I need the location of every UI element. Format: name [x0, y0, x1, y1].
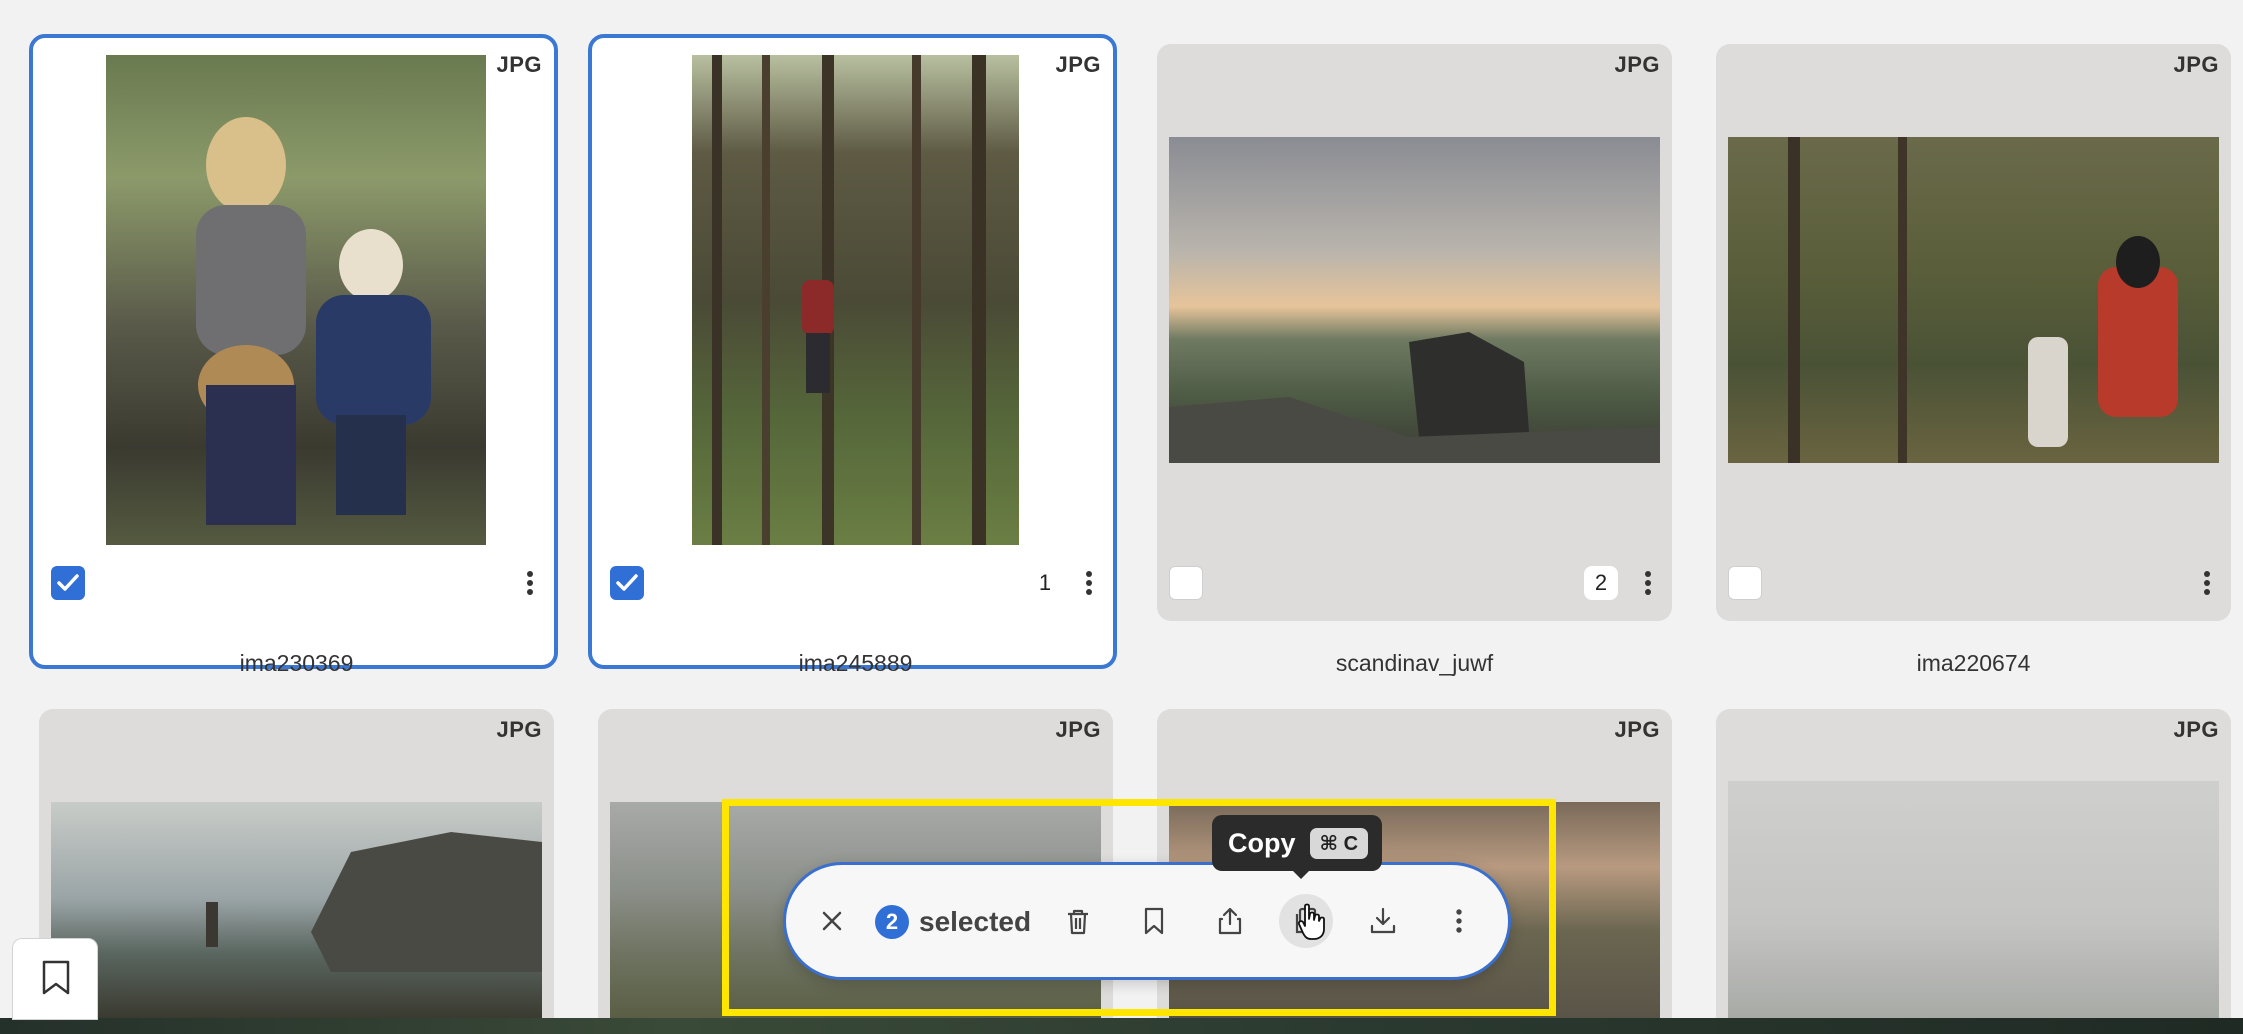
item-count: 1 — [1038, 570, 1052, 595]
check-icon — [616, 574, 638, 591]
thumbnail-image[interactable] — [106, 55, 486, 545]
close-selection-button[interactable] — [805, 894, 859, 948]
photo-illustration — [1169, 332, 1660, 463]
file-type-badge: JPG — [2173, 52, 2219, 77]
more-options-icon[interactable] — [1638, 566, 1658, 600]
delete-button[interactable] — [1051, 894, 1105, 948]
more-actions-button[interactable] — [1432, 894, 1486, 948]
bookmark-icon — [1144, 907, 1164, 935]
thumbnail-image[interactable] — [1169, 137, 1660, 463]
bookmarks-tab[interactable] — [12, 938, 98, 1020]
bookmark-icon — [42, 960, 70, 995]
download-icon — [1370, 907, 1396, 934]
file-type-badge: JPG — [496, 52, 542, 77]
select-checkbox[interactable] — [1728, 566, 1762, 600]
asset-card[interactable]: JPG — [39, 709, 554, 1018]
asset-card[interactable]: JPG ima220674 — [1716, 44, 2231, 676]
hand-cursor-icon — [1297, 903, 1325, 940]
file-name[interactable]: ima245889 — [598, 650, 1113, 677]
photo-illustration — [196, 117, 431, 525]
check-icon — [57, 574, 79, 591]
bookmark-button[interactable] — [1127, 894, 1181, 948]
copy-tooltip: Copy ⌘ C — [1212, 815, 1383, 879]
thumbnail-image[interactable] — [51, 802, 542, 1018]
thumbnail-image[interactable] — [1728, 137, 2219, 463]
thumbnail-image[interactable] — [692, 55, 1019, 545]
select-checkbox[interactable] — [610, 566, 644, 600]
file-type-badge: JPG — [1614, 52, 1660, 77]
share-icon — [1218, 907, 1242, 935]
close-icon — [822, 911, 842, 931]
file-type-badge: JPG — [496, 717, 542, 742]
more-icon — [1456, 909, 1462, 933]
tooltip-label: Copy — [1228, 827, 1296, 858]
photo-illustration — [712, 55, 986, 545]
file-type-badge: JPG — [1055, 52, 1101, 77]
asset-card[interactable]: JPG 2 scandinav_juwf — [1157, 44, 1672, 676]
asset-card[interactable]: JPG — [1716, 709, 2231, 1018]
selected-count: 2 — [875, 905, 909, 939]
select-checkbox[interactable] — [1169, 566, 1203, 600]
file-type-badge: JPG — [2173, 717, 2219, 742]
file-type-badge: JPG — [1614, 717, 1660, 742]
download-button[interactable] — [1356, 894, 1410, 948]
item-count: 2 — [1584, 566, 1618, 600]
asset-card[interactable]: JPG 1 ima245889 — [588, 34, 1117, 676]
more-options-icon[interactable] — [520, 566, 540, 600]
photo-illustration — [1788, 137, 2178, 463]
file-type-badge: JPG — [1055, 717, 1101, 742]
file-name[interactable]: scandinav_juwf — [1157, 650, 1672, 677]
photo-illustration — [206, 832, 542, 972]
tooltip-shortcut: ⌘ C — [1309, 827, 1369, 859]
file-name[interactable]: ima220674 — [1716, 650, 2231, 677]
asset-card[interactable]: JPG ima230369 — [29, 34, 558, 676]
desktop-wallpaper-strip — [0, 1018, 2243, 1034]
selected-label: selected — [919, 906, 1032, 937]
more-options-icon[interactable] — [2197, 566, 2217, 600]
selection-toolbar: 2 selected — [783, 862, 1511, 980]
select-checkbox[interactable] — [51, 566, 85, 600]
share-button[interactable] — [1203, 894, 1257, 948]
more-options-icon[interactable] — [1079, 566, 1099, 600]
thumbnail-image[interactable] — [1728, 781, 2219, 1018]
file-name[interactable]: ima230369 — [39, 650, 554, 677]
trash-icon — [1068, 909, 1088, 935]
tooltip-arrow — [1292, 870, 1310, 879]
